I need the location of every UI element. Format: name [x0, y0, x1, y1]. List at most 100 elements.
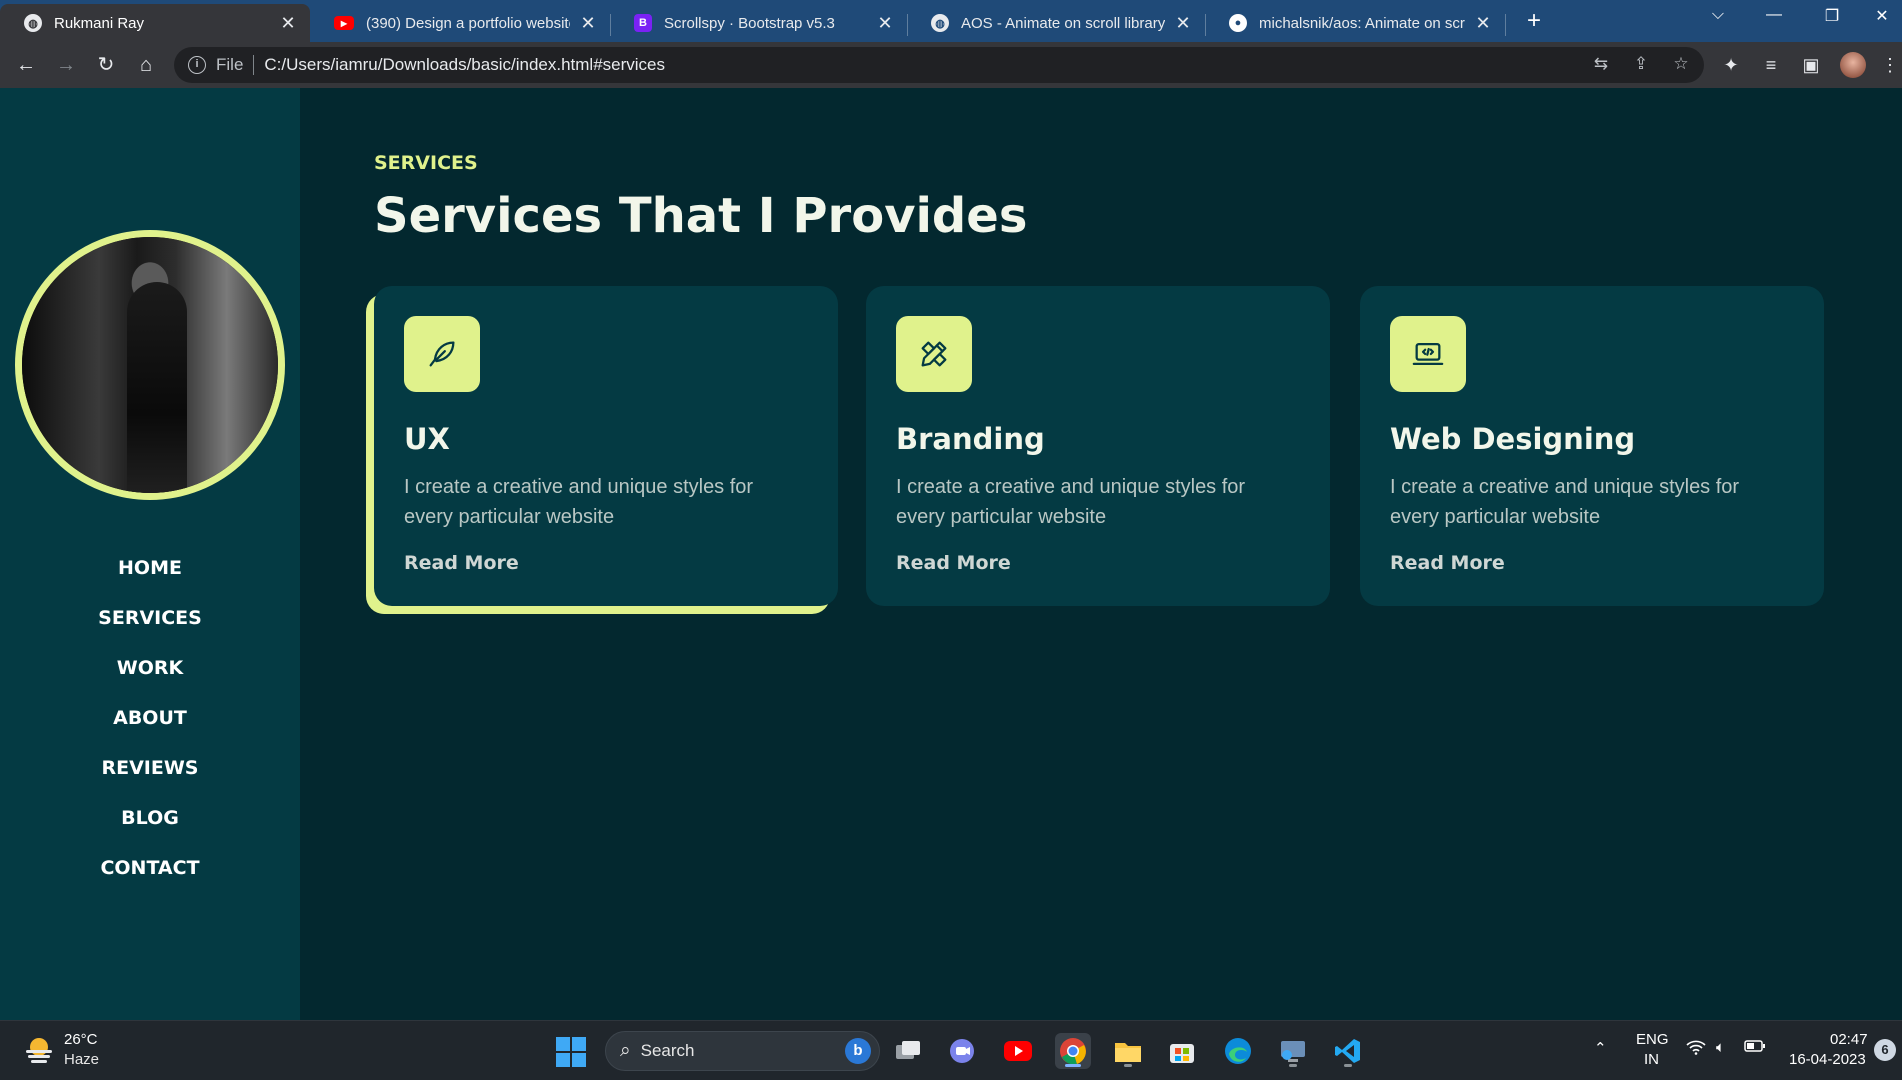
tab-github[interactable]: ● michalsnik/aos: Animate on scroll ✕: [1205, 4, 1505, 42]
extensions-icon[interactable]: ✦: [1718, 52, 1744, 78]
translate-icon[interactable]: ⇆: [1588, 51, 1614, 77]
clock-time[interactable]: 02:47: [1830, 1031, 1868, 1048]
file-explorer-icon[interactable]: [1110, 1033, 1146, 1069]
services-section: SERVICES Services That I Provides UX I c…: [300, 88, 1902, 1020]
nav-blog[interactable]: BLOG: [0, 793, 300, 843]
tab-youtube[interactable]: ▶ (390) Design a portfolio website u ✕: [310, 4, 610, 42]
share-icon[interactable]: ⇪: [1628, 51, 1654, 77]
search-placeholder: Search: [640, 1041, 695, 1060]
nav-reviews[interactable]: REVIEWS: [0, 743, 300, 793]
service-card-web-designing[interactable]: Web Designing I create a creative and un…: [1360, 286, 1824, 606]
service-description: I create a creative and unique styles fo…: [1390, 476, 1740, 528]
nav-home[interactable]: HOME: [0, 543, 300, 593]
tab-rukmani-ray[interactable]: ◍ Rukmani Ray ✕: [0, 4, 310, 42]
read-more-link[interactable]: Read More: [404, 552, 519, 574]
read-more-link[interactable]: Read More: [1390, 552, 1505, 574]
close-icon[interactable]: ✕: [278, 13, 298, 34]
info-icon[interactable]: i: [188, 56, 206, 74]
tab-separator: [1505, 14, 1506, 36]
tab-title: Rukmani Ray: [54, 14, 145, 32]
laptop-code-icon: [1390, 316, 1466, 392]
tab-aos[interactable]: ◍ AOS - Animate on scroll library ✕: [907, 4, 1205, 42]
bing-icon[interactable]: b: [845, 1038, 871, 1064]
battery-icon[interactable]: [1744, 1039, 1766, 1057]
restore-button[interactable]: ❐: [1810, 6, 1854, 26]
tab-title: (390) Design a portfolio website u: [366, 14, 570, 32]
active-indicator: [1065, 1064, 1081, 1067]
running-indicator: [1344, 1064, 1352, 1067]
photo-figure: [127, 282, 187, 493]
bootstrap-icon: B: [634, 14, 652, 32]
service-title: Web Designing: [1390, 422, 1636, 456]
youtube-icon: ▶: [334, 16, 354, 30]
weather-temperature[interactable]: 26°C: [64, 1031, 98, 1048]
menu-dots-icon[interactable]: ⋮: [1880, 52, 1900, 78]
scheme-label: File: [216, 55, 244, 74]
pencil-ruler-icon: [896, 316, 972, 392]
nav-about[interactable]: ABOUT: [0, 693, 300, 743]
new-tab-button[interactable]: +: [1520, 8, 1548, 36]
vscode-icon[interactable]: [1330, 1033, 1366, 1069]
url-text[interactable]: C:/Users/iamru/Downloads/basic/index.htm…: [264, 55, 665, 75]
search-icon: ⌕: [620, 1040, 631, 1061]
read-more-link[interactable]: Read More: [896, 552, 1011, 574]
minimize-button[interactable]: —: [1752, 6, 1796, 24]
close-icon[interactable]: ✕: [1473, 13, 1493, 34]
close-icon[interactable]: ✕: [1173, 13, 1193, 34]
tab-search-chevron-icon[interactable]: ⌵: [1696, 6, 1740, 24]
windows-taskbar: 26°C Haze ⌕ Search b ⌃ ENG IN 🔈︎ 02:47 1…: [0, 1020, 1902, 1080]
close-icon[interactable]: ✕: [875, 13, 895, 34]
youtube-app-icon[interactable]: [1000, 1033, 1036, 1069]
section-heading: Services That I Provides: [374, 188, 1028, 244]
address-bar[interactable]: i File C:/Users/iamru/Downloads/basic/in…: [174, 47, 1704, 83]
weather-condition[interactable]: Haze: [64, 1051, 99, 1068]
edge-icon[interactable]: [1220, 1033, 1256, 1069]
reload-icon[interactable]: ↻: [92, 51, 120, 79]
taskbar-search[interactable]: ⌕ Search b: [605, 1031, 880, 1071]
wifi-icon[interactable]: [1686, 1039, 1706, 1059]
tab-bootstrap[interactable]: B Scrollspy · Bootstrap v5.3 ✕: [610, 4, 907, 42]
volume-icon[interactable]: 🔈︎: [1716, 1039, 1725, 1056]
close-icon[interactable]: ✕: [578, 13, 598, 34]
back-arrow-icon[interactable]: ←: [12, 51, 40, 79]
teams-chat-icon[interactable]: [944, 1033, 980, 1069]
globe-icon: ◍: [24, 14, 42, 32]
haze-weather-icon[interactable]: [22, 1033, 56, 1067]
clock-date[interactable]: 16-04-2023: [1789, 1051, 1866, 1068]
browser-toolbar: ← → ↻ ⌂ i File C:/Users/iamru/Downloads/…: [0, 42, 1902, 88]
nav-contact[interactable]: CONTACT: [0, 843, 300, 893]
tab-title: Scrollspy · Bootstrap v5.3: [664, 14, 835, 32]
service-title: UX: [404, 422, 450, 456]
close-window-button[interactable]: ✕: [1860, 6, 1902, 26]
sidebar-nav: HOME SERVICES WORK ABOUT REVIEWS BLOG CO…: [0, 543, 300, 893]
nav-services[interactable]: SERVICES: [0, 593, 300, 643]
tray-chevron-up-icon[interactable]: ⌃: [1594, 1039, 1607, 1057]
profile-photo: [15, 230, 285, 500]
chrome-icon[interactable]: [1055, 1033, 1091, 1069]
service-card-branding[interactable]: Branding I create a creative and unique …: [866, 286, 1330, 606]
windows-start-icon[interactable]: [556, 1037, 586, 1067]
microsoft-store-icon[interactable]: [1164, 1033, 1200, 1069]
sidebar: HOME SERVICES WORK ABOUT REVIEWS BLOG CO…: [0, 88, 300, 1020]
service-description: I create a creative and unique styles fo…: [404, 476, 754, 528]
service-description: I create a creative and unique styles fo…: [896, 476, 1246, 528]
forward-arrow-icon[interactable]: →: [52, 51, 80, 79]
portfolio-page: HOME SERVICES WORK ABOUT REVIEWS BLOG CO…: [0, 88, 1902, 1020]
profile-avatar[interactable]: [1840, 52, 1866, 78]
side-panel-icon[interactable]: ▣: [1798, 52, 1824, 78]
remote-desktop-icon[interactable]: [1275, 1033, 1311, 1069]
tab-title: AOS - Animate on scroll library: [961, 14, 1165, 32]
running-indicator: [1289, 1064, 1297, 1067]
task-view-icon[interactable]: [890, 1033, 926, 1069]
service-card-ux[interactable]: UX I create a creative and unique styles…: [374, 286, 838, 606]
language-line2[interactable]: IN: [1644, 1051, 1659, 1068]
home-icon[interactable]: ⌂: [132, 51, 160, 79]
star-icon[interactable]: ☆: [1668, 51, 1694, 77]
nav-work[interactable]: WORK: [0, 643, 300, 693]
section-eyebrow: SERVICES: [374, 152, 478, 174]
language-line1[interactable]: ENG: [1636, 1031, 1669, 1048]
service-title: Branding: [896, 422, 1045, 456]
notification-badge[interactable]: 6: [1874, 1039, 1896, 1061]
feather-pen-icon: [404, 316, 480, 392]
media-playlist-icon[interactable]: ≡: [1758, 52, 1784, 78]
